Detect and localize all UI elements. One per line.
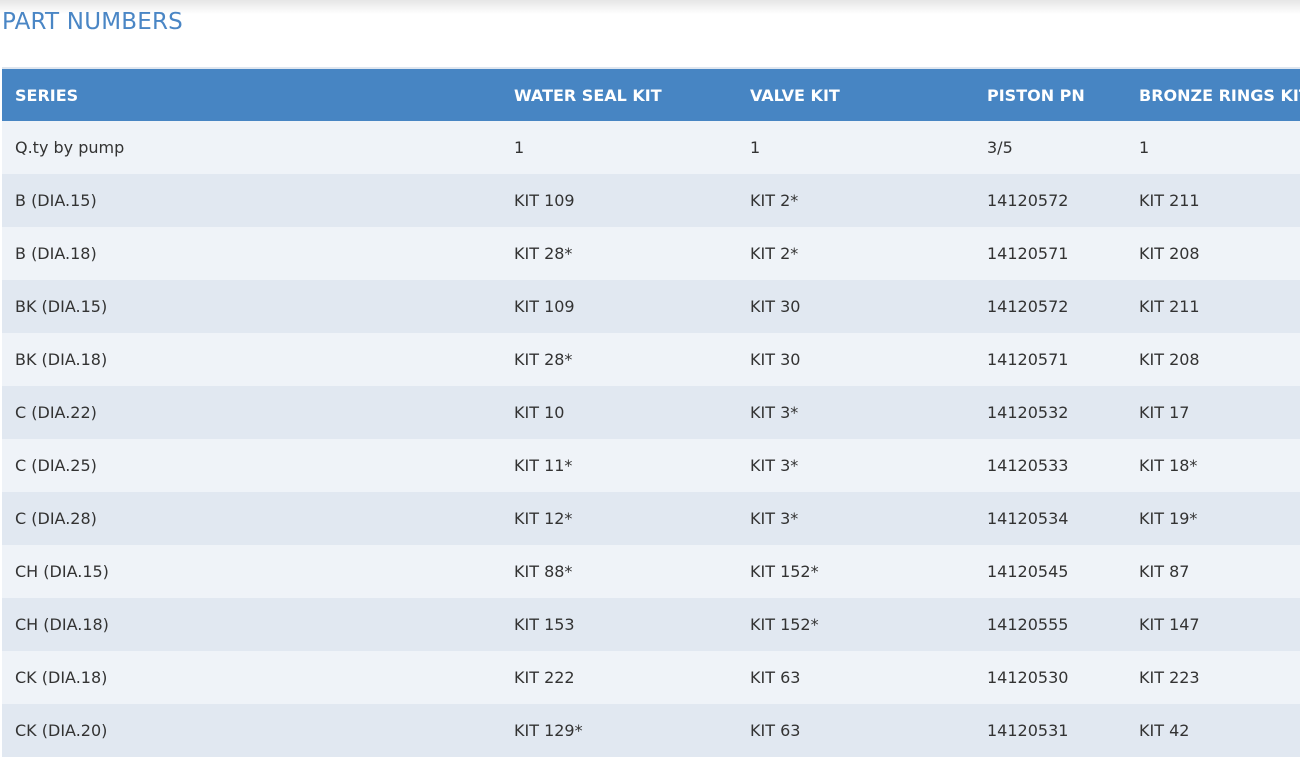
table-row: B (DIA.18) KIT 28* KIT 2* 14120571 KIT 208: [2, 227, 1300, 280]
table-row: C (DIA.28) KIT 12* KIT 3* 14120534 KIT 19*: [2, 492, 1300, 545]
cell-valve-kit: KIT 63: [737, 651, 974, 704]
table-row: CK (DIA.20) KIT 129* KIT 63 14120531 KIT 42: [2, 704, 1300, 757]
table-row: B (DIA.15) KIT 109 KIT 2* 14120572 KIT 211: [2, 174, 1300, 227]
cell-series: C (DIA.22): [2, 386, 501, 439]
cell-piston-pn: 14120545: [974, 545, 1126, 598]
table-row: BK (DIA.18) KIT 28* KIT 30 14120571 KIT 208: [2, 333, 1300, 386]
cell-valve-kit: KIT 30: [737, 280, 974, 333]
column-header-bronze-rings-kit: BRONZE RINGS KIT: [1126, 69, 1300, 121]
cell-piston-pn: 3/5: [974, 121, 1126, 174]
cell-bronze-rings-kit: KIT 223: [1126, 651, 1300, 704]
cell-piston-pn: 14120571: [974, 227, 1126, 280]
cell-piston-pn: 14120534: [974, 492, 1126, 545]
cell-valve-kit: KIT 2*: [737, 227, 974, 280]
table-row: CH (DIA.15) KIT 88* KIT 152* 14120545 KIT 87: [2, 545, 1300, 598]
cell-valve-kit: KIT 63: [737, 704, 974, 757]
table-row: Q.ty by pump 1 1 3/5 1: [2, 121, 1300, 174]
top-shadow: [0, 0, 1300, 14]
cell-piston-pn: 14120533: [974, 439, 1126, 492]
cell-water-seal-kit: KIT 88*: [501, 545, 737, 598]
cell-water-seal-kit: 1: [501, 121, 737, 174]
cell-water-seal-kit: KIT 11*: [501, 439, 737, 492]
cell-piston-pn: 14120532: [974, 386, 1126, 439]
cell-series: CK (DIA.18): [2, 651, 501, 704]
cell-bronze-rings-kit: KIT 19*: [1126, 492, 1300, 545]
cell-bronze-rings-kit: KIT 147: [1126, 598, 1300, 651]
cell-valve-kit: KIT 2*: [737, 174, 974, 227]
cell-piston-pn: 14120555: [974, 598, 1126, 651]
cell-bronze-rings-kit: KIT 211: [1126, 174, 1300, 227]
column-header-valve-kit: VALVE KIT: [737, 69, 974, 121]
cell-bronze-rings-kit: KIT 87: [1126, 545, 1300, 598]
column-header-water-seal-kit: WATER SEAL KIT: [501, 69, 737, 121]
cell-bronze-rings-kit: 1: [1126, 121, 1300, 174]
cell-water-seal-kit: KIT 109: [501, 174, 737, 227]
cell-piston-pn: 14120572: [974, 174, 1126, 227]
column-header-piston-pn: PISTON PN: [974, 69, 1126, 121]
column-header-series: SERIES: [2, 69, 501, 121]
cell-water-seal-kit: KIT 28*: [501, 227, 737, 280]
cell-series: CH (DIA.18): [2, 598, 501, 651]
cell-bronze-rings-kit: KIT 211: [1126, 280, 1300, 333]
cell-water-seal-kit: KIT 222: [501, 651, 737, 704]
cell-water-seal-kit: KIT 109: [501, 280, 737, 333]
cell-series: B (DIA.18): [2, 227, 501, 280]
cell-valve-kit: KIT 3*: [737, 492, 974, 545]
cell-series: Q.ty by pump: [2, 121, 501, 174]
cell-bronze-rings-kit: KIT 208: [1126, 227, 1300, 280]
cell-series: CH (DIA.15): [2, 545, 501, 598]
cell-series: C (DIA.25): [2, 439, 501, 492]
table-row: C (DIA.25) KIT 11* KIT 3* 14120533 KIT 18*: [2, 439, 1300, 492]
table-body: Q.ty by pump 1 1 3/5 1 B (DIA.15) KIT 109 KIT 2…: [2, 121, 1300, 757]
cell-series: C (DIA.28): [2, 492, 501, 545]
cell-water-seal-kit: KIT 129*: [501, 704, 737, 757]
table-row: CH (DIA.18) KIT 153 KIT 152* 14120555 KIT 14…: [2, 598, 1300, 651]
cell-series: BK (DIA.15): [2, 280, 501, 333]
cell-piston-pn: 14120530: [974, 651, 1126, 704]
cell-valve-kit: KIT 3*: [737, 386, 974, 439]
table-row: BK (DIA.15) KIT 109 KIT 30 14120572 KIT 211: [2, 280, 1300, 333]
table-row: CK (DIA.18) KIT 222 KIT 63 14120530 KIT 223: [2, 651, 1300, 704]
cell-bronze-rings-kit: KIT 42: [1126, 704, 1300, 757]
cell-valve-kit: KIT 152*: [737, 598, 974, 651]
cell-series: BK (DIA.18): [2, 333, 501, 386]
page-title: PART NUMBERS: [2, 9, 183, 35]
cell-valve-kit: KIT 152*: [737, 545, 974, 598]
table-header: SERIES WATER SEAL KIT VALVE KIT PISTON P…: [2, 69, 1300, 121]
cell-series: CK (DIA.20): [2, 704, 501, 757]
part-numbers-table: SERIES WATER SEAL KIT VALVE KIT PISTON P…: [2, 69, 1300, 757]
cell-water-seal-kit: KIT 28*: [501, 333, 737, 386]
cell-piston-pn: 14120572: [974, 280, 1126, 333]
cell-piston-pn: 14120571: [974, 333, 1126, 386]
cell-bronze-rings-kit: KIT 18*: [1126, 439, 1300, 492]
cell-valve-kit: KIT 3*: [737, 439, 974, 492]
table-row: C (DIA.22) KIT 10 KIT 3* 14120532 KIT 17: [2, 386, 1300, 439]
cell-bronze-rings-kit: KIT 17: [1126, 386, 1300, 439]
cell-piston-pn: 14120531: [974, 704, 1126, 757]
cell-series: B (DIA.15): [2, 174, 501, 227]
cell-valve-kit: 1: [737, 121, 974, 174]
cell-bronze-rings-kit: KIT 208: [1126, 333, 1300, 386]
cell-water-seal-kit: KIT 153: [501, 598, 737, 651]
cell-water-seal-kit: KIT 12*: [501, 492, 737, 545]
cell-water-seal-kit: KIT 10: [501, 386, 737, 439]
part-numbers-table-container: SERIES WATER SEAL KIT VALVE KIT PISTON P…: [2, 67, 1300, 757]
cell-valve-kit: KIT 30: [737, 333, 974, 386]
header-row: SERIES WATER SEAL KIT VALVE KIT PISTON P…: [2, 69, 1300, 121]
